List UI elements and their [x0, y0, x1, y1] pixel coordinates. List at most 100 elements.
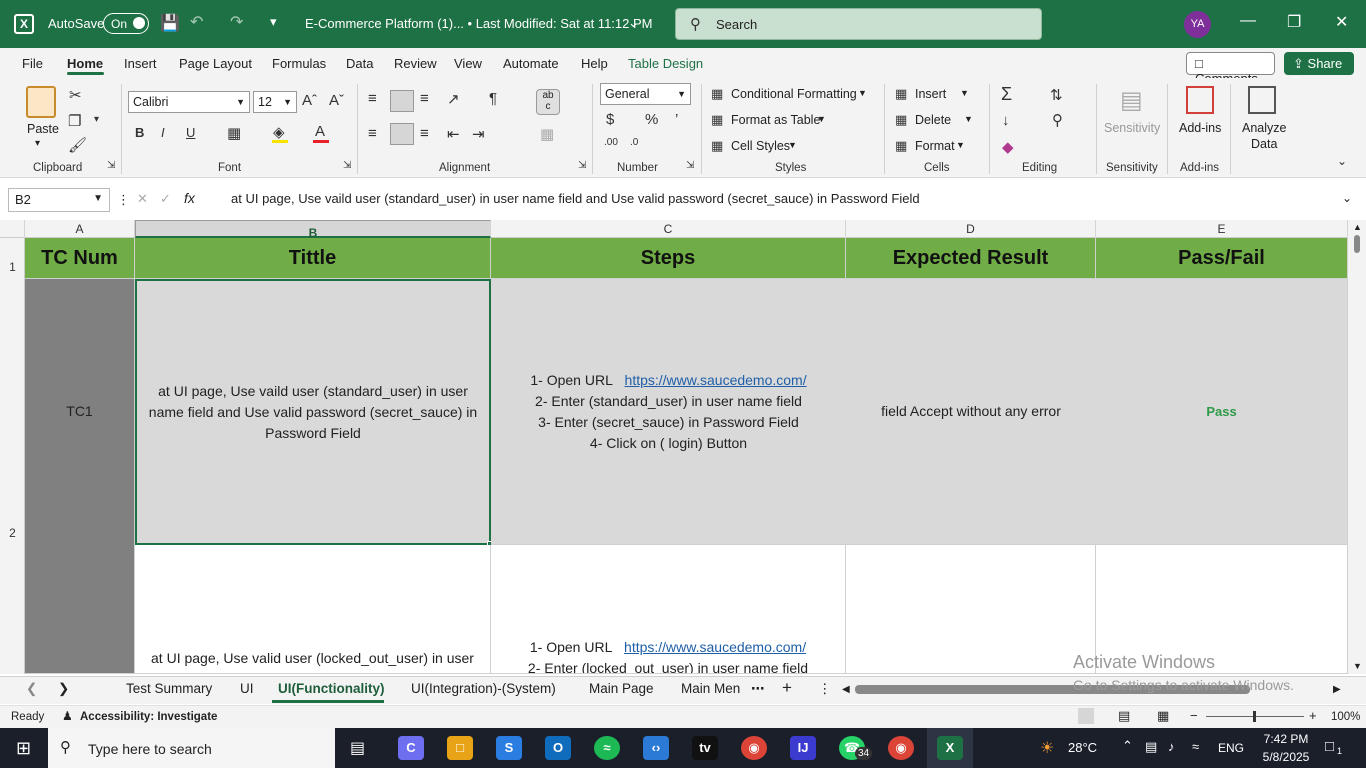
sheet-tab-ui-integration[interactable]: UI(Integration)-(System) [411, 681, 556, 696]
scroll-up-icon[interactable]: ▲ [1353, 222, 1362, 232]
wrap-text-icon[interactable]: ¶ [489, 90, 497, 107]
column-header-d[interactable]: D [846, 220, 1096, 238]
document-title[interactable]: E-Commerce Platform (1)... • Last Modifi… [305, 16, 653, 31]
cell-c3[interactable]: 1- Open URL https://www.saucedemo.com/ 2… [491, 545, 846, 674]
increase-indent-icon[interactable]: ⇥ [472, 125, 485, 143]
cell-d3[interactable] [846, 545, 1096, 674]
dialog-launcher-icon[interactable]: ⇲ [686, 160, 694, 171]
delete-button[interactable]: Delete [915, 113, 951, 127]
meet-now-icon[interactable]: ▤ [1145, 739, 1157, 755]
row-header-2[interactable]: 2 [0, 526, 25, 540]
decrease-decimal-icon[interactable]: .0 [630, 137, 638, 148]
sensitivity-icon[interactable]: ▤ [1120, 86, 1143, 115]
weather-icon[interactable]: ☀ [1040, 738, 1054, 758]
tab-view[interactable]: View [454, 56, 482, 71]
add-ins-button[interactable]: Add-ins [1179, 121, 1221, 135]
tab-insert[interactable]: Insert [124, 56, 157, 71]
restore-icon[interactable]: ❐ [1287, 12, 1301, 32]
copy-dropdown-icon[interactable]: ▾ [94, 114, 99, 125]
sheet-tab-ui-functionality[interactable]: UI(Functionality) [278, 681, 385, 696]
merge-center-icon[interactable]: ▦ [540, 125, 554, 143]
sheet-tab-main-page[interactable]: Main Page [589, 681, 654, 696]
column-header-b[interactable]: B [135, 220, 491, 240]
saucedemo-link-2[interactable]: https://www.saucedemo.com/ [624, 639, 806, 655]
header-cell-steps[interactable]: Steps [491, 238, 846, 279]
zoom-level[interactable]: 100% [1331, 711, 1360, 723]
analyze-data-icon[interactable] [1248, 86, 1276, 114]
more-sheets-icon[interactable]: ⋯ [751, 681, 765, 697]
find-select-icon[interactable]: ⚲ [1052, 111, 1063, 129]
file-explorer-icon[interactable]: □ [447, 736, 473, 760]
chrome-profile-icon[interactable]: ◉ [888, 736, 914, 760]
dialog-launcher-icon[interactable]: ⇲ [107, 160, 115, 171]
chevron-down-icon[interactable]: ▼ [964, 114, 973, 124]
tab-automate[interactable]: Automate [503, 56, 559, 71]
sheet-tab-main-menu[interactable]: Main Men [681, 681, 740, 696]
language-indicator[interactable]: ENG [1218, 741, 1244, 755]
spotify-icon[interactable]: ≈ [594, 736, 620, 760]
font-size-select[interactable]: 12 ▼ [253, 91, 297, 113]
percent-icon[interactable]: % [645, 111, 658, 128]
increase-decimal-icon[interactable]: .00 [604, 137, 618, 148]
more-options-icon[interactable]: ⋮ [117, 192, 130, 208]
chevron-down-icon[interactable]: ▼ [788, 140, 797, 150]
paste-button[interactable]: Paste [27, 122, 59, 136]
intellij-icon[interactable]: IJ [790, 736, 816, 760]
formula-input[interactable]: at UI page, Use vaild user (standard_use… [231, 191, 920, 206]
fill-color-icon[interactable]: ◈ [273, 123, 285, 141]
clock-time[interactable]: 7:42 PM [1256, 732, 1316, 746]
customize-qat-icon[interactable]: ▾ [270, 14, 277, 30]
decrease-indent-icon[interactable]: ⇤ [447, 125, 460, 143]
sensitivity-button[interactable]: Sensitivity [1104, 121, 1160, 135]
undo-icon[interactable]: ↶ [190, 12, 203, 32]
column-header-e[interactable]: E [1096, 220, 1348, 238]
share-button[interactable]: ⇪ Share ▾ [1284, 52, 1354, 87]
paste-dropdown-icon[interactable]: ▾ [35, 138, 40, 149]
insert-button[interactable]: Insert [915, 87, 946, 101]
windows-start-icon[interactable]: ⊞ [16, 738, 31, 759]
outlook-icon[interactable]: O [545, 736, 571, 760]
avatar[interactable]: YA [1184, 11, 1211, 38]
paste-icon[interactable] [26, 86, 56, 118]
align-left-icon[interactable]: ≡ [368, 125, 377, 142]
minimize-icon[interactable]: — [1240, 12, 1256, 30]
dialog-launcher-icon[interactable]: ⇲ [578, 160, 586, 171]
header-cell-pass-fail[interactable]: Pass/Fail [1096, 238, 1348, 279]
wrap-text-button[interactable]: ab c [536, 89, 560, 115]
sort-filter-icon[interactable]: ⇅ [1050, 86, 1063, 104]
cell-d2[interactable]: field Accept without any error [846, 279, 1096, 545]
weather-temp[interactable]: 28°C [1068, 740, 1097, 755]
tab-page-layout[interactable]: Page Layout [179, 56, 252, 71]
name-box[interactable]: B2 ▼ [8, 188, 110, 212]
currency-icon[interactable]: $ [606, 111, 614, 128]
zoom-slider-thumb[interactable] [1253, 711, 1256, 722]
format-painter-icon[interactable]: 🖌 [68, 136, 87, 154]
select-all-corner[interactable] [0, 220, 25, 238]
tab-home[interactable]: Home [67, 56, 103, 71]
conditional-formatting-button[interactable]: Conditional Formatting [731, 87, 857, 101]
page-break-view-icon[interactable]: ▦ [1157, 708, 1169, 724]
cell-b3[interactable]: at UI page, Use valid user (locked_out_u… [135, 545, 491, 674]
cell-b2-selected[interactable]: at UI page, Use vaild user (standard_use… [135, 279, 491, 545]
scroll-right-icon[interactable]: ▶ [1333, 684, 1341, 695]
format-as-table-button[interactable]: Format as Table [731, 113, 820, 127]
accessibility-status[interactable]: Accessibility: Investigate [80, 711, 217, 723]
normal-view-icon[interactable] [1078, 708, 1094, 724]
column-header-c[interactable]: C [491, 220, 846, 238]
orientation-icon[interactable]: ↗ [447, 90, 460, 108]
tab-review[interactable]: Review [394, 56, 437, 71]
insert-function-icon[interactable]: fx [184, 190, 195, 206]
autosave-toggle[interactable]: On [103, 13, 149, 34]
apple-tv-icon[interactable]: tv [692, 736, 718, 760]
redo-icon[interactable]: ↷ [230, 12, 243, 32]
row-header-1[interactable]: 1 [0, 260, 25, 274]
comma-style-icon[interactable]: ’ [675, 111, 678, 128]
zoom-out-icon[interactable]: − [1190, 708, 1198, 723]
autosum-icon[interactable]: Σ [1001, 84, 1012, 105]
show-hidden-icons-icon[interactable]: ⌃ [1122, 738, 1133, 754]
chevron-down-icon[interactable]: ▼ [960, 88, 969, 98]
copy-icon[interactable]: ❐ [68, 112, 81, 130]
vertical-scroll-thumb[interactable] [1354, 235, 1360, 253]
tab-help[interactable]: Help [581, 56, 608, 71]
chevron-down-icon[interactable]: ▼ [858, 88, 867, 98]
